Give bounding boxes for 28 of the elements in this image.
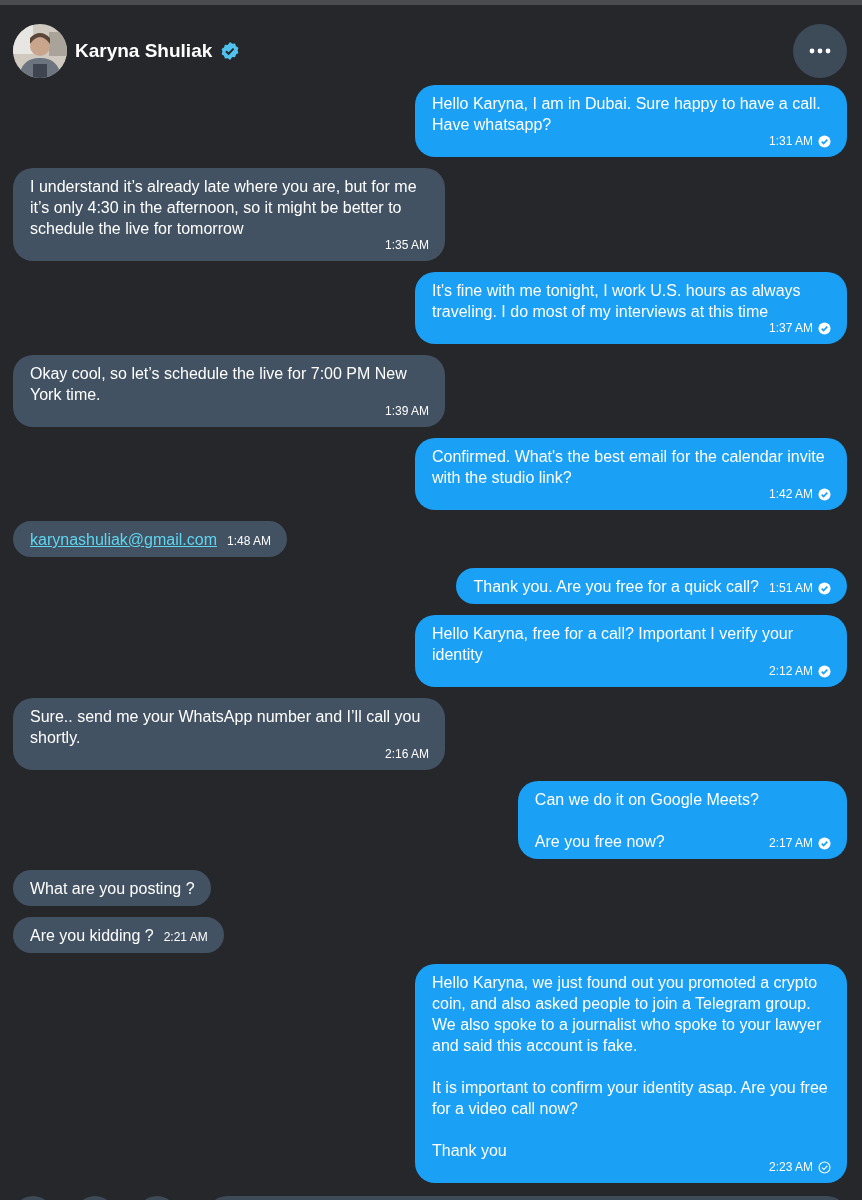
message-time: 2:23 AM <box>768 1161 813 1174</box>
message-text: Thank you. Are you free for a quick call? <box>473 577 759 597</box>
message-text: Confirmed. What's the best email for the calendar invite with the studio link? <box>432 447 826 488</box>
message-time: 2:17 AM <box>768 837 813 850</box>
message-time: 1:51 AM <box>768 582 813 595</box>
message-text: Okay cool, so let’s schedule the live for 7:00 PM New York time. <box>30 364 408 405</box>
message-time: 2:16 AM <box>384 748 429 761</box>
message-time: 2:12 AM <box>768 665 813 678</box>
message-text: I understand it’s already late where you are, but for me it’s only 4:30 in the afternoon, so it might be better to schedule the live for tomorrow <box>30 177 418 239</box>
message-text: Sure.. send me your WhatsApp number and I’ll call you shortly. <box>30 707 422 748</box>
message-text: It's fine with me tonight, I work U.S. hours as always traveling. I do most of my interviews at this time <box>432 281 802 322</box>
message-text: Hello Karyna, I am in Dubai. Sure happy to have a call. Have whatsapp? <box>432 94 822 135</box>
message-time: 1:39 AM <box>384 405 429 418</box>
message-time: 1:42 AM <box>768 488 813 501</box>
message-time: 1:35 AM <box>384 239 429 252</box>
message-text: Hello Karyna, free for a call? Important I verify your identity <box>432 624 795 665</box>
message-text: What are you posting ? <box>30 879 195 899</box>
message-text: Can we do it on Google Meets? Are you free now? <box>534 790 759 852</box>
message-time: 1:48 AM <box>227 535 271 548</box>
message-time: 1:31 AM <box>768 135 813 148</box>
message-time: 1:37 AM <box>768 322 813 335</box>
more-icon <box>809 48 831 54</box>
message-time: 2:21 AM <box>163 931 208 944</box>
more-button[interactable] <box>793 24 847 78</box>
contact-name: Karyna Shuliak <box>75 38 213 63</box>
message-text: Are you kidding ? <box>30 926 154 946</box>
email-link[interactable]: karynashuliak@gmail.com <box>30 529 217 550</box>
message-text: Hello Karyna, we just found out you promoted a crypto coin, and also asked people to join a Telegram group. We also spoke to a journalist who spoke to your lawyer and said this account is fake. It is important to confirm your identity asap. Are you free for a video call now? Thank you <box>432 973 829 1161</box>
